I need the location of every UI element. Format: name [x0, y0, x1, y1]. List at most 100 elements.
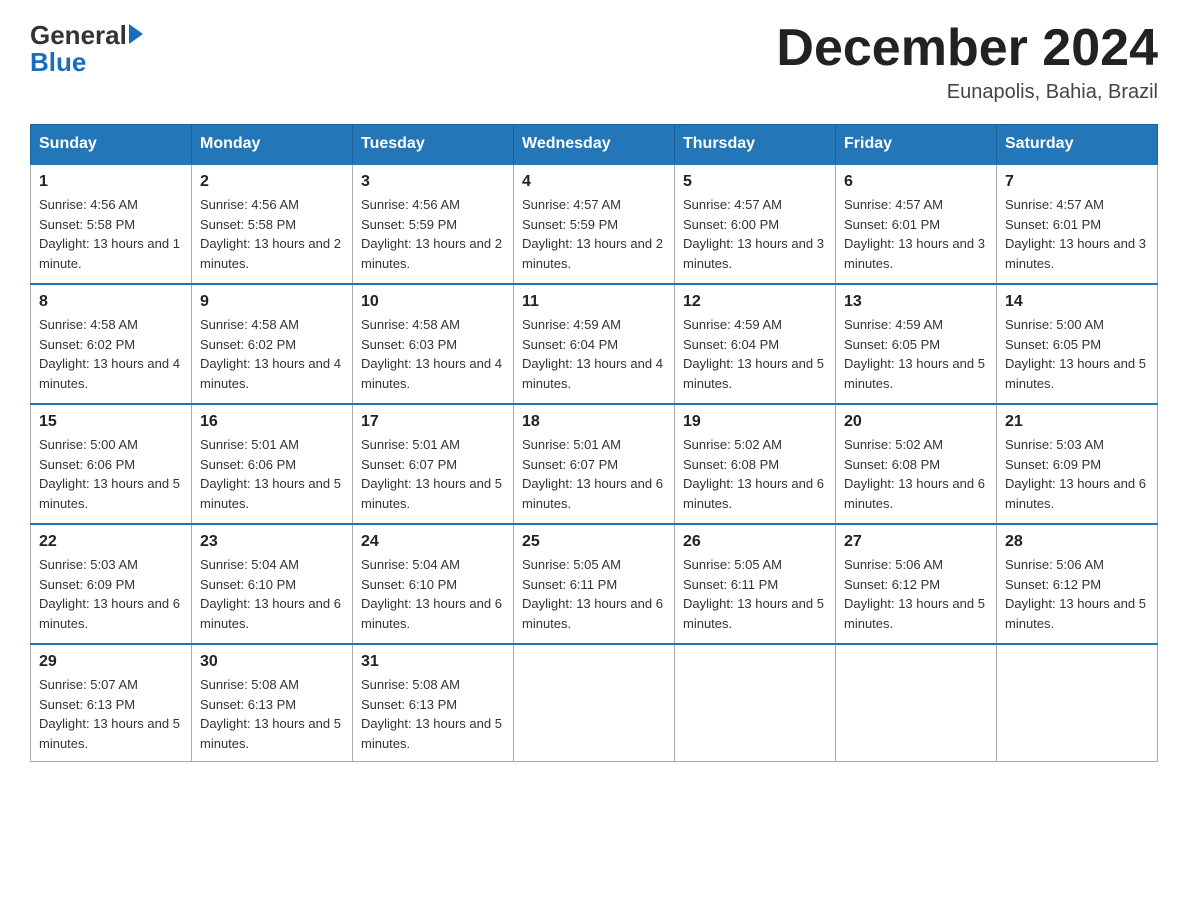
day-info: Sunrise: 5:04 AM Sunset: 6:10 PM Dayligh… [200, 555, 344, 633]
day-number: 2 [200, 173, 344, 191]
day-number: 9 [200, 293, 344, 311]
empty-cell-4-3 [514, 644, 675, 762]
day-info: Sunrise: 4:56 AM Sunset: 5:59 PM Dayligh… [361, 195, 505, 273]
day-info: Sunrise: 4:56 AM Sunset: 5:58 PM Dayligh… [39, 195, 183, 273]
day-cell-22: 22 Sunrise: 5:03 AM Sunset: 6:09 PM Dayl… [31, 524, 192, 644]
day-cell-21: 21 Sunrise: 5:03 AM Sunset: 6:09 PM Dayl… [997, 404, 1158, 524]
day-cell-13: 13 Sunrise: 4:59 AM Sunset: 6:05 PM Dayl… [836, 284, 997, 404]
day-number: 3 [361, 173, 505, 191]
day-cell-1: 1 Sunrise: 4:56 AM Sunset: 5:58 PM Dayli… [31, 164, 192, 284]
logo-blue: Blue [30, 49, 143, 75]
day-number: 15 [39, 413, 183, 431]
title-block: December 2024 Eunapolis, Bahia, Brazil [776, 20, 1158, 104]
day-number: 12 [683, 293, 827, 311]
col-sunday: Sunday [31, 125, 192, 165]
day-number: 13 [844, 293, 988, 311]
day-cell-11: 11 Sunrise: 4:59 AM Sunset: 6:04 PM Dayl… [514, 284, 675, 404]
day-info: Sunrise: 5:02 AM Sunset: 6:08 PM Dayligh… [844, 435, 988, 513]
day-number: 8 [39, 293, 183, 311]
calendar-subtitle: Eunapolis, Bahia, Brazil [776, 81, 1158, 104]
col-tuesday: Tuesday [353, 125, 514, 165]
day-cell-4: 4 Sunrise: 4:57 AM Sunset: 5:59 PM Dayli… [514, 164, 675, 284]
week-row-3: 15 Sunrise: 5:00 AM Sunset: 6:06 PM Dayl… [31, 404, 1158, 524]
day-cell-18: 18 Sunrise: 5:01 AM Sunset: 6:07 PM Dayl… [514, 404, 675, 524]
day-number: 26 [683, 533, 827, 551]
day-number: 30 [200, 653, 344, 671]
day-number: 5 [683, 173, 827, 191]
day-cell-16: 16 Sunrise: 5:01 AM Sunset: 6:06 PM Dayl… [192, 404, 353, 524]
day-info: Sunrise: 5:01 AM Sunset: 6:06 PM Dayligh… [200, 435, 344, 513]
day-cell-25: 25 Sunrise: 5:05 AM Sunset: 6:11 PM Dayl… [514, 524, 675, 644]
week-row-5: 29 Sunrise: 5:07 AM Sunset: 6:13 PM Dayl… [31, 644, 1158, 762]
day-cell-14: 14 Sunrise: 5:00 AM Sunset: 6:05 PM Dayl… [997, 284, 1158, 404]
day-cell-30: 30 Sunrise: 5:08 AM Sunset: 6:13 PM Dayl… [192, 644, 353, 762]
day-number: 23 [200, 533, 344, 551]
day-number: 27 [844, 533, 988, 551]
day-number: 21 [1005, 413, 1149, 431]
day-number: 31 [361, 653, 505, 671]
day-info: Sunrise: 5:04 AM Sunset: 6:10 PM Dayligh… [361, 555, 505, 633]
logo-triangle-icon [129, 24, 143, 44]
day-cell-6: 6 Sunrise: 4:57 AM Sunset: 6:01 PM Dayli… [836, 164, 997, 284]
day-info: Sunrise: 5:07 AM Sunset: 6:13 PM Dayligh… [39, 675, 183, 753]
day-info: Sunrise: 4:57 AM Sunset: 6:00 PM Dayligh… [683, 195, 827, 273]
logo: General Blue [30, 20, 143, 75]
col-wednesday: Wednesday [514, 125, 675, 165]
week-row-4: 22 Sunrise: 5:03 AM Sunset: 6:09 PM Dayl… [31, 524, 1158, 644]
day-info: Sunrise: 4:58 AM Sunset: 6:02 PM Dayligh… [200, 315, 344, 393]
day-info: Sunrise: 4:58 AM Sunset: 6:02 PM Dayligh… [39, 315, 183, 393]
day-cell-12: 12 Sunrise: 4:59 AM Sunset: 6:04 PM Dayl… [675, 284, 836, 404]
day-cell-26: 26 Sunrise: 5:05 AM Sunset: 6:11 PM Dayl… [675, 524, 836, 644]
day-number: 17 [361, 413, 505, 431]
day-info: Sunrise: 5:03 AM Sunset: 6:09 PM Dayligh… [39, 555, 183, 633]
day-info: Sunrise: 5:01 AM Sunset: 6:07 PM Dayligh… [361, 435, 505, 513]
calendar-header-row: Sunday Monday Tuesday Wednesday Thursday… [31, 125, 1158, 165]
day-number: 25 [522, 533, 666, 551]
day-number: 22 [39, 533, 183, 551]
day-number: 24 [361, 533, 505, 551]
day-info: Sunrise: 4:59 AM Sunset: 6:04 PM Dayligh… [522, 315, 666, 393]
day-info: Sunrise: 4:57 AM Sunset: 6:01 PM Dayligh… [1005, 195, 1149, 273]
day-cell-7: 7 Sunrise: 4:57 AM Sunset: 6:01 PM Dayli… [997, 164, 1158, 284]
day-info: Sunrise: 5:08 AM Sunset: 6:13 PM Dayligh… [361, 675, 505, 753]
day-number: 10 [361, 293, 505, 311]
day-info: Sunrise: 4:59 AM Sunset: 6:04 PM Dayligh… [683, 315, 827, 393]
day-number: 16 [200, 413, 344, 431]
day-number: 1 [39, 173, 183, 191]
calendar-title: December 2024 [776, 20, 1158, 77]
calendar-table: Sunday Monday Tuesday Wednesday Thursday… [30, 124, 1158, 762]
day-cell-27: 27 Sunrise: 5:06 AM Sunset: 6:12 PM Dayl… [836, 524, 997, 644]
day-info: Sunrise: 5:00 AM Sunset: 6:05 PM Dayligh… [1005, 315, 1149, 393]
day-number: 19 [683, 413, 827, 431]
day-info: Sunrise: 4:57 AM Sunset: 5:59 PM Dayligh… [522, 195, 666, 273]
col-monday: Monday [192, 125, 353, 165]
day-cell-2: 2 Sunrise: 4:56 AM Sunset: 5:58 PM Dayli… [192, 164, 353, 284]
day-cell-20: 20 Sunrise: 5:02 AM Sunset: 6:08 PM Dayl… [836, 404, 997, 524]
page-header: General Blue December 2024 Eunapolis, Ba… [30, 20, 1158, 104]
day-number: 20 [844, 413, 988, 431]
col-friday: Friday [836, 125, 997, 165]
day-cell-24: 24 Sunrise: 5:04 AM Sunset: 6:10 PM Dayl… [353, 524, 514, 644]
day-info: Sunrise: 5:06 AM Sunset: 6:12 PM Dayligh… [1005, 555, 1149, 633]
day-number: 29 [39, 653, 183, 671]
day-cell-3: 3 Sunrise: 4:56 AM Sunset: 5:59 PM Dayli… [353, 164, 514, 284]
week-row-1: 1 Sunrise: 4:56 AM Sunset: 5:58 PM Dayli… [31, 164, 1158, 284]
day-number: 28 [1005, 533, 1149, 551]
day-cell-23: 23 Sunrise: 5:04 AM Sunset: 6:10 PM Dayl… [192, 524, 353, 644]
day-info: Sunrise: 5:05 AM Sunset: 6:11 PM Dayligh… [522, 555, 666, 633]
day-info: Sunrise: 4:59 AM Sunset: 6:05 PM Dayligh… [844, 315, 988, 393]
day-info: Sunrise: 5:01 AM Sunset: 6:07 PM Dayligh… [522, 435, 666, 513]
day-number: 6 [844, 173, 988, 191]
day-number: 4 [522, 173, 666, 191]
day-info: Sunrise: 5:02 AM Sunset: 6:08 PM Dayligh… [683, 435, 827, 513]
day-info: Sunrise: 5:00 AM Sunset: 6:06 PM Dayligh… [39, 435, 183, 513]
col-saturday: Saturday [997, 125, 1158, 165]
day-number: 11 [522, 293, 666, 311]
day-info: Sunrise: 4:58 AM Sunset: 6:03 PM Dayligh… [361, 315, 505, 393]
day-info: Sunrise: 4:56 AM Sunset: 5:58 PM Dayligh… [200, 195, 344, 273]
day-cell-31: 31 Sunrise: 5:08 AM Sunset: 6:13 PM Dayl… [353, 644, 514, 762]
day-number: 14 [1005, 293, 1149, 311]
empty-cell-4-4 [675, 644, 836, 762]
day-cell-19: 19 Sunrise: 5:02 AM Sunset: 6:08 PM Dayl… [675, 404, 836, 524]
empty-cell-4-6 [997, 644, 1158, 762]
